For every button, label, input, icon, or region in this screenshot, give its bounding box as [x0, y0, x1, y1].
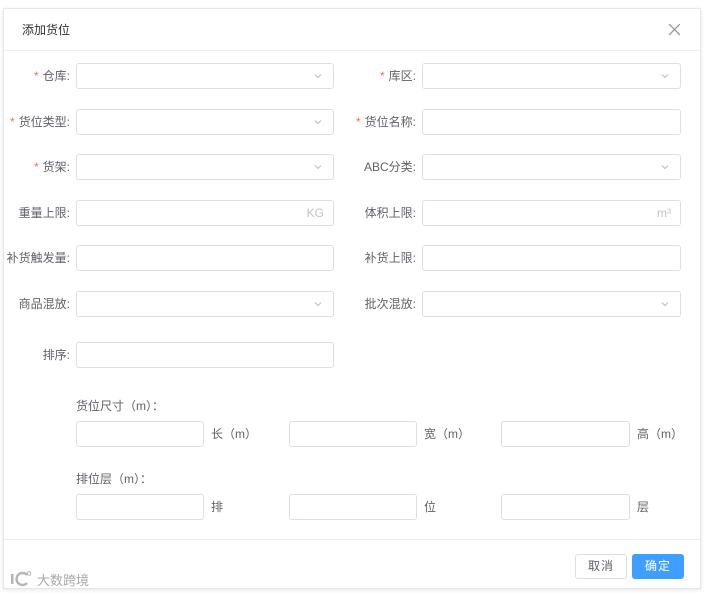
close-button[interactable]	[668, 23, 681, 36]
required-mark: *	[33, 160, 39, 174]
label-text: 仓库:	[42, 69, 70, 83]
weight-limit-field: KG	[76, 200, 334, 226]
shelf-select[interactable]	[76, 154, 334, 180]
sort-order-label: 排序:	[42, 348, 70, 362]
replenish-limit-field	[422, 245, 681, 271]
required-mark: *	[355, 115, 361, 129]
volume-unit-suffix: m³	[657, 206, 671, 220]
location-type-label: * 货位类型:	[4, 109, 70, 135]
height-field	[501, 421, 630, 447]
replenish-trigger-input[interactable]	[77, 246, 333, 270]
zone-select[interactable]	[422, 63, 681, 89]
chevron-down-icon	[314, 302, 322, 307]
length-field	[76, 421, 204, 447]
position-unit-label: 位	[424, 500, 437, 514]
sort-order-input[interactable]	[77, 343, 333, 367]
location-name-field	[422, 109, 681, 135]
position-input[interactable]	[290, 495, 416, 519]
location-type-select[interactable]	[76, 109, 334, 135]
replenish-limit-label: 补货上限:	[364, 251, 416, 265]
cancel-button[interactable]: 取消	[575, 554, 627, 579]
zone-label: * 库区:	[330, 63, 416, 89]
close-icon	[668, 23, 681, 36]
row-field	[76, 494, 204, 520]
label-text: 货位名称:	[364, 115, 416, 129]
width-unit-label: 宽（m）	[424, 427, 470, 441]
level-input[interactable]	[502, 495, 629, 519]
chevron-down-icon	[661, 165, 669, 170]
warehouse-label: * 仓库:	[4, 63, 70, 89]
level-field	[501, 494, 630, 520]
row-input[interactable]	[77, 495, 203, 519]
location-name-input[interactable]	[423, 110, 680, 134]
mixed-batch-select[interactable]	[422, 291, 681, 317]
required-mark: *	[379, 69, 385, 83]
level-unit-label: 层	[637, 500, 650, 514]
width-input[interactable]	[290, 422, 416, 446]
shelf-label: * 货架:	[4, 154, 70, 180]
abc-class-label: ABC分类:	[363, 160, 416, 174]
add-location-dialog: 添加货位 * 仓库: * 库区: * 货位类型: * 货位名称: * 货架: ABC分类:…	[3, 8, 701, 589]
row-unit-label: 排	[211, 500, 224, 514]
length-input[interactable]	[77, 422, 203, 446]
length-unit-label: 长（m）	[211, 427, 257, 441]
height-input[interactable]	[502, 422, 629, 446]
dialog-title: 添加货位	[22, 23, 71, 37]
chevron-down-icon	[661, 74, 669, 79]
weight-limit-input[interactable]	[77, 201, 333, 225]
label-text: 货位类型:	[18, 115, 70, 129]
mixed-goods-select[interactable]	[76, 291, 334, 317]
replenish-limit-input[interactable]	[423, 246, 680, 270]
volume-limit-label: 体积上限:	[364, 206, 416, 220]
label-text: 库区:	[388, 69, 416, 83]
confirm-button[interactable]: 确定	[632, 554, 684, 579]
mixed-batch-label: 批次混放:	[364, 297, 416, 311]
abc-class-select[interactable]	[422, 154, 681, 180]
weight-limit-label: 重量上限:	[18, 206, 70, 220]
required-mark: *	[33, 69, 39, 83]
volume-limit-input[interactable]	[423, 201, 680, 225]
location-size-section-label: 货位尺寸（m）：	[76, 399, 164, 413]
weight-unit-suffix: KG	[306, 206, 324, 220]
location-name-label: * 货位名称:	[330, 109, 416, 135]
warehouse-select[interactable]	[76, 63, 334, 89]
position-field	[289, 494, 417, 520]
chevron-down-icon	[661, 302, 669, 307]
required-mark: *	[9, 115, 15, 129]
dialog-header: 添加货位	[4, 9, 700, 51]
layer-section-label: 排位层（m）：	[76, 472, 152, 486]
height-unit-label: 高（m）	[637, 427, 683, 441]
sort-order-field	[76, 342, 334, 368]
mixed-goods-label: 商品混放:	[18, 297, 70, 311]
volume-limit-field: m³	[422, 200, 681, 226]
chevron-down-icon	[314, 165, 322, 170]
chevron-down-icon	[314, 120, 322, 125]
replenish-trigger-field	[76, 245, 334, 271]
width-field	[289, 421, 417, 447]
replenish-trigger-label: 补货触发量:	[6, 251, 70, 265]
label-text: 货架:	[42, 160, 70, 174]
chevron-down-icon	[314, 74, 322, 79]
